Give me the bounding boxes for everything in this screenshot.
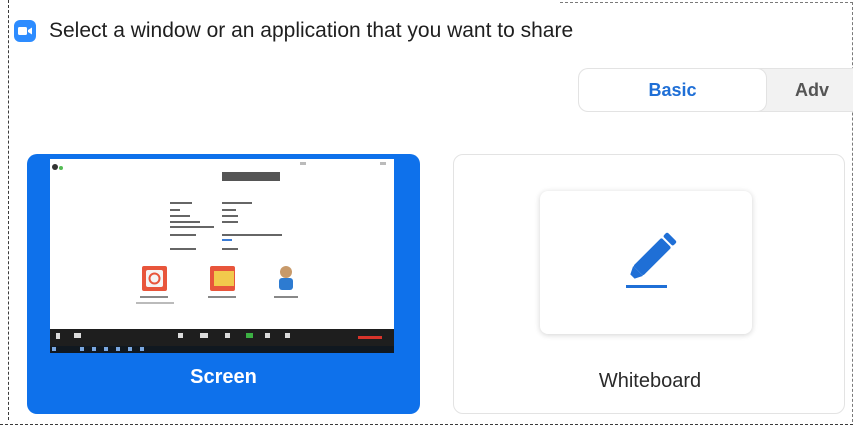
- share-option-screen[interactable]: Screen: [27, 154, 420, 414]
- screen-thumbnail: [50, 159, 394, 353]
- selection-border-left: [8, 0, 9, 420]
- tab-basic[interactable]: Basic: [579, 69, 766, 111]
- share-option-whiteboard[interactable]: Whiteboard: [453, 154, 845, 414]
- whiteboard-preview: [540, 191, 752, 334]
- selection-border-bottom: [0, 424, 853, 425]
- whiteboard-label: Whiteboard: [598, 370, 702, 392]
- screen-label: Screen: [190, 366, 257, 388]
- dialog-header: Select a window or an application that y…: [14, 16, 573, 46]
- tab-advanced[interactable]: Adv: [795, 69, 853, 111]
- pen-marker-icon: [626, 232, 677, 288]
- share-tabs: Basic Adv: [578, 68, 853, 112]
- dialog-title: Select a window or an application that y…: [49, 19, 574, 42]
- zoom-camera-icon: [14, 20, 36, 42]
- selection-border-top: [560, 2, 853, 3]
